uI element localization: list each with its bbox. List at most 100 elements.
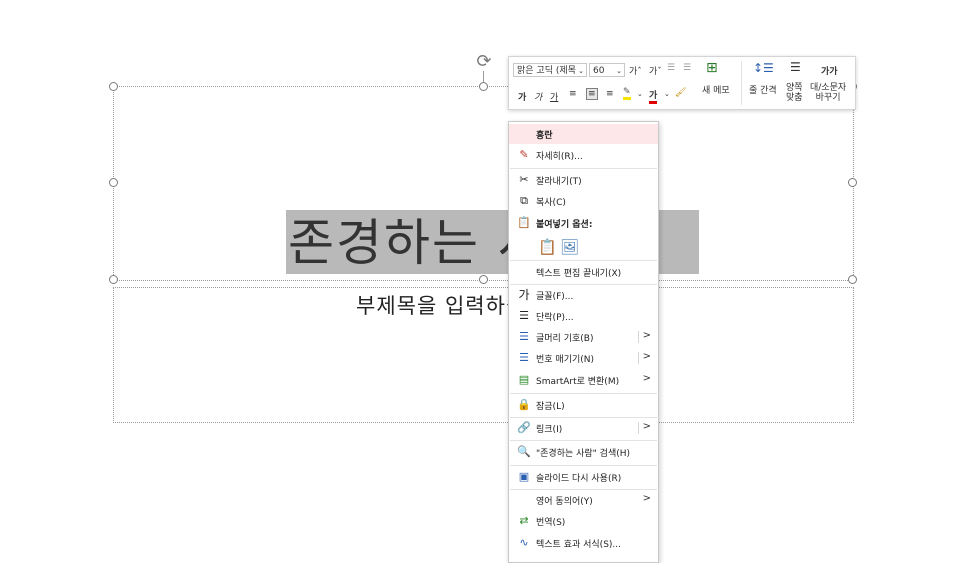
split-divider [638,331,639,343]
align-right-icon[interactable]: ≡ [606,89,614,99]
underline-button[interactable]: 가 [550,90,558,103]
grow-font-button[interactable]: 가ˆ [629,64,642,77]
menu-divider [510,440,657,441]
link-icon: 🔗 [517,421,531,434]
menu-item-label: 잠금(L) [536,402,565,412]
paste-picture-icon[interactable]: 🖼 [560,238,579,256]
chevron-down-icon[interactable]: ⌄ [637,90,643,98]
resize-handle-top-left[interactable] [109,82,118,91]
menu-item-bullets[interactable]: ☰ 글머리 기호(B) > [509,327,658,347]
menu-item-exit-text-edit[interactable]: 텍스트 편집 끝내기(X) [509,262,658,282]
menu-item-convert-smartart[interactable]: ▤ SmartArt로 변환(M) > [509,370,658,390]
menu-item-search[interactable]: 🔍 "존경하는 사람" 검색(H) [509,442,658,462]
menu-item-cut[interactable]: ✂ 잘라내기(T) [509,170,658,190]
bullets-icon: ☰ [519,330,529,343]
chevron-right-icon[interactable]: > [643,421,651,432]
menu-item-label: 잘라내기(T) [536,177,582,187]
resize-handle-bottom-right[interactable] [848,275,857,284]
context-menu: 흥란 ✎ 자세히(R)... ✂ 잘라내기(T) ⧉ 복사(C) 📋 붙여넣기 … [508,121,659,563]
font-size-value: 60 [593,66,605,76]
search-icon: 🔍 [517,445,531,458]
paragraph-icon: ☰ [519,309,529,322]
split-divider [638,422,639,434]
menu-item-label: 붙여넣기 옵션: [536,220,593,230]
mini-toolbar: 맑은 고딕 (제목 ⌄ 60 ⌄ 가ˆ 가ˇ ☰ ☰ ⊞ 가 가 가 ≡ ≡ ≡… [508,56,856,110]
menu-item-label: 번역(S) [536,518,566,528]
menu-item-label: 자세히(R)... [536,152,583,162]
menu-item-label: 슬라이드 다시 사용(R) [536,474,622,484]
line-spacing-icon[interactable]: ↕☰ [753,61,774,75]
menu-item-label: 영어 동의어(Y) [536,497,593,507]
change-case-button[interactable]: 대/소문자 바꾸기 [810,83,846,103]
menu-item-label: 복사(C) [536,198,566,208]
lock-icon: 🔒 [517,398,531,411]
smartart-icon: ▤ [518,373,530,386]
font-name-combo[interactable]: 맑은 고딕 (제목 ⌄ [513,63,587,77]
reuse-slides-icon: ▣ [518,470,530,483]
menu-item-smart-lookup[interactable]: 흥란 [509,124,658,144]
menu-item-translate[interactable]: ⇄ 번역(S) [509,511,658,531]
format-painter-icon[interactable]: 🖌 [675,88,686,98]
menu-item-lock[interactable]: 🔒 잠금(L) [509,395,658,415]
menu-item-font[interactable]: 가 글꼴(F)... [509,285,658,305]
menu-item-format-text-effects[interactable]: ∿ 텍스트 효과 서식(S)... [509,533,658,553]
resize-handle-bottom[interactable] [479,275,488,284]
chevron-down-icon: ⌄ [616,67,622,75]
menu-divider [510,168,657,169]
resize-handle-right[interactable] [848,178,857,187]
bold-button[interactable]: 가 [518,90,526,103]
menu-item-label: 번호 매기기(N) [536,355,595,365]
new-comment-icon[interactable]: ⊞ [706,60,718,76]
menu-divider [510,260,657,261]
italic-button[interactable]: 가 [534,90,542,103]
chevron-right-icon[interactable]: > [643,351,651,362]
chevron-right-icon[interactable]: > [643,330,651,341]
highlight-pen-icon[interactable]: ✎ [623,87,631,100]
chevron-right-icon: > [642,373,651,384]
font-color-button[interactable]: 가 [649,88,658,104]
font-name-value: 맑은 고딕 (제목 [517,66,576,76]
clipboard-icon: 📋 [517,216,531,229]
menu-item-synonyms[interactable]: 영어 동의어(Y) > [509,490,658,510]
resize-handle-left[interactable] [109,178,118,187]
paste-keep-format-icon[interactable]: 📋 [538,238,557,256]
menu-item-copy[interactable]: ⧉ 복사(C) [509,191,658,211]
numbering-icon: ☰ [519,351,529,364]
new-comment-button[interactable]: 새 메모 [702,83,730,96]
text-effects-icon: ∿ [519,536,529,549]
menu-divider [510,465,657,466]
justify-button[interactable]: 양쪽 맞춤 [786,83,803,103]
font-size-combo[interactable]: 60 ⌄ [589,63,625,77]
menu-item-more-details[interactable]: ✎ 자세히(R)... [509,145,658,165]
increase-indent-icon[interactable]: ☰ [683,63,691,73]
menu-item-reuse-slides[interactable]: ▣ 슬라이드 다시 사용(R) [509,467,658,487]
menu-item-label: "존경하는 사람" 검색(H) [536,449,631,459]
align-center-icon[interactable]: ≡ [586,88,598,100]
resize-handle-bottom-left[interactable] [109,275,118,284]
chevron-down-icon[interactable]: ⌄ [664,90,670,98]
chevron-down-icon: ⌄ [578,67,584,75]
justify-icon[interactable]: ☰ [790,60,801,74]
font-icon: 가 [518,288,530,302]
menu-item-label: 글머리 기호(B) [536,334,594,344]
menu-item-label: 링크(I) [536,425,563,435]
rotate-handle-icon[interactable]: ⟳ [474,52,494,72]
toolbar-divider [741,61,742,105]
line-spacing-button[interactable]: 줄 간격 [749,83,777,96]
shrink-font-button[interactable]: 가ˇ [649,64,662,77]
menu-item-numbering[interactable]: ☰ 번호 매기기(N) > [509,348,658,368]
decrease-indent-icon[interactable]: ☰ [667,63,675,73]
align-left-icon[interactable]: ≡ [569,89,577,99]
menu-item-paragraph[interactable]: ☰ 단락(P)... [509,306,658,326]
translate-icon: ⇄ [519,514,529,527]
chevron-right-icon: > [642,493,651,504]
menu-item-link[interactable]: 🔗 링크(I) > [509,418,658,438]
menu-item-label: 단락(P)... [536,313,574,323]
resize-handle-top[interactable] [479,82,488,91]
menu-item-label: 글꼴(F)... [536,292,574,302]
change-case-icon[interactable]: 가가 [821,64,838,77]
details-icon: ✎ [519,148,529,161]
menu-item-label: 텍스트 편집 끝내기(X) [536,269,622,279]
scissors-icon: ✂ [519,173,529,186]
menu-item-label: SmartArt로 변환(M) [536,377,620,387]
